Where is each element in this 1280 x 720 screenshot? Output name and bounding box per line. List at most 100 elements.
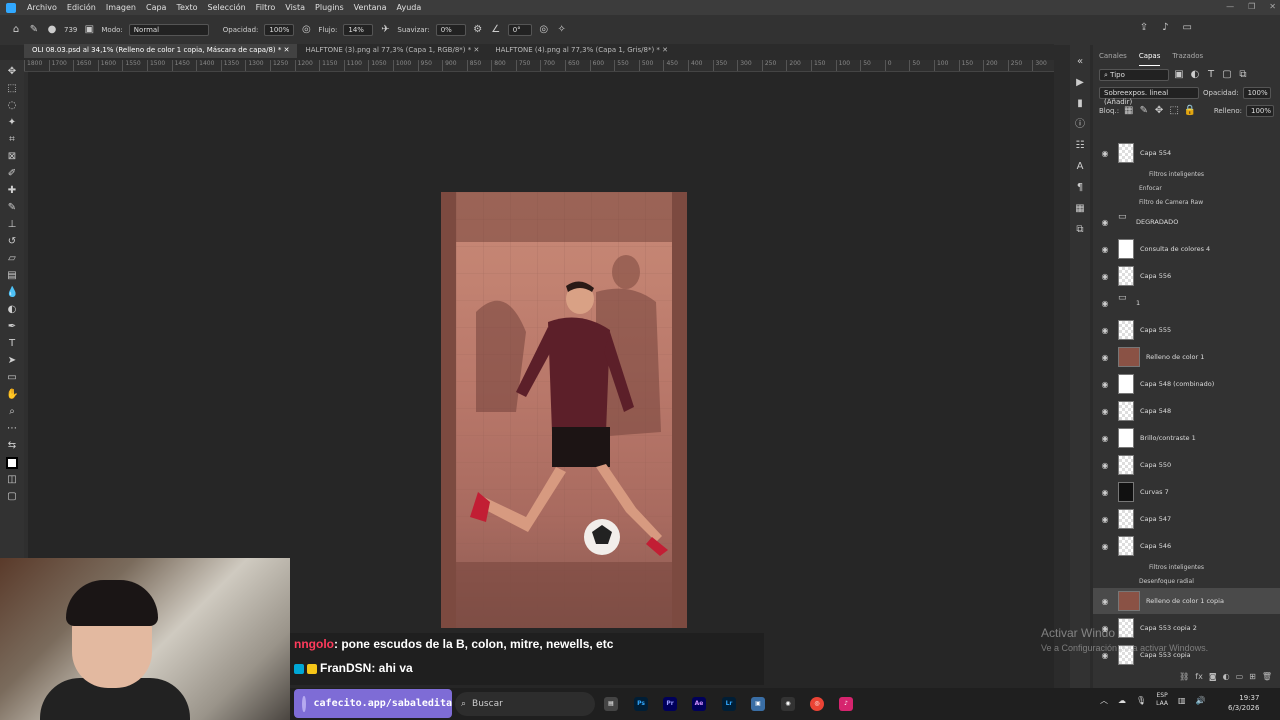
taskbar-search[interactable]: ⌕ Buscar <box>455 692 595 716</box>
screen-mode-icon[interactable]: ▢ <box>6 491 18 503</box>
smoothing-settings-icon[interactable]: ⚙ <box>472 24 484 36</box>
lock-pixels-icon[interactable]: ▦ <box>1123 105 1134 117</box>
move-tool-icon[interactable]: ✥ <box>6 66 18 78</box>
hand-tool-icon[interactable]: ✋ <box>6 389 18 401</box>
layer-row[interactable]: ◉ Capa 550 <box>1093 452 1280 478</box>
color-swatches[interactable] <box>6 457 18 469</box>
swap-colors-icon[interactable]: ⇆ <box>6 440 18 452</box>
eyedropper-tool-icon[interactable]: ✐ <box>6 168 18 180</box>
menu-edicion[interactable]: Edición <box>62 3 101 12</box>
gradient-tool-icon[interactable]: ▤ <box>6 270 18 282</box>
layer-row[interactable]: ◉ Relleno de color 1 copia <box>1093 588 1280 614</box>
minimize-icon[interactable]: — <box>1226 2 1234 11</box>
eye-icon[interactable]: ◉ <box>1100 218 1110 227</box>
premiere-taskbar-icon[interactable]: Pr <box>663 697 677 711</box>
healing-tool-icon[interactable]: ✚ <box>6 185 18 197</box>
eye-icon[interactable]: ◉ <box>1100 272 1110 281</box>
tab-capas[interactable]: Capas <box>1138 52 1161 66</box>
info-icon[interactable]: ⓘ <box>1074 119 1086 131</box>
notifications-icon[interactable]: ♪ <box>1162 22 1168 33</box>
menu-imagen[interactable]: Imagen <box>101 3 141 12</box>
eye-icon[interactable]: ◉ <box>1100 461 1110 470</box>
layer-row[interactable]: ◉ Capa 546 <box>1093 533 1280 559</box>
marquee-tool-icon[interactable]: ⬚ <box>6 83 18 95</box>
quick-select-tool-icon[interactable]: ✦ <box>6 117 18 129</box>
layer-row[interactable]: ◉ Capa 556 <box>1093 263 1280 289</box>
eye-icon[interactable]: ◉ <box>1100 353 1110 362</box>
home-icon[interactable]: ⌂ <box>10 24 22 36</box>
mic-icon[interactable]: 🎙 <box>1136 696 1146 705</box>
layer-row[interactable]: ◉ Capa 555 <box>1093 317 1280 343</box>
history-brush-icon[interactable]: ↺ <box>6 236 18 248</box>
eye-icon[interactable]: ◉ <box>1100 380 1110 389</box>
modo-select[interactable]: Normal <box>128 24 209 36</box>
layers-comp-icon[interactable]: ⧉ <box>1074 224 1086 236</box>
lock-artboard-icon[interactable]: ⬚ <box>1169 105 1180 117</box>
obs-taskbar-icon[interactable]: ◉ <box>781 697 795 711</box>
more-tools-icon[interactable]: ⋯ <box>6 423 18 435</box>
layer-filter-select[interactable]: ⌕ Tipo <box>1099 69 1169 81</box>
new-adjustment-icon[interactable]: ◐ <box>1223 672 1230 686</box>
photoshop-logo[interactable] <box>6 2 16 13</box>
chrome-taskbar-icon[interactable]: ◎ <box>810 697 824 711</box>
eye-icon[interactable]: ◉ <box>1100 407 1110 416</box>
layer-row[interactable]: ◉ Consulta de colores 4 <box>1093 236 1280 262</box>
filter-type-icon[interactable]: T <box>1205 69 1217 81</box>
eraser-tool-icon[interactable]: ▱ <box>6 253 18 265</box>
layer-sub-item[interactable]: Filtro de Camera Raw <box>1093 195 1280 209</box>
new-layer-icon[interactable]: ⊞ <box>1249 672 1256 686</box>
layer-row[interactable]: ◉ Capa 553 copia 2 <box>1093 615 1280 641</box>
blur-tool-icon[interactable]: 💧 <box>6 287 18 299</box>
layer-row[interactable]: ◉ Brillo/contraste 1 <box>1093 425 1280 451</box>
layer-row[interactable]: ◉ Capa 548 (combinado) <box>1093 371 1280 397</box>
brush-tool-icon[interactable]: ✎ <box>6 202 18 214</box>
libraries-icon[interactable]: ▦ <box>1074 203 1086 215</box>
eye-icon[interactable]: ◉ <box>1100 515 1110 524</box>
suavizar-field[interactable]: 0% <box>435 24 466 36</box>
pen-tool-icon[interactable]: ✒ <box>6 321 18 333</box>
layer-sub-item[interactable]: Filtros inteligentes <box>1093 167 1280 181</box>
layer-sub-item[interactable]: Enfocar <box>1093 181 1280 195</box>
tab-canales[interactable]: Canales <box>1099 52 1127 66</box>
opacidad-field[interactable]: 100% <box>264 24 295 36</box>
cafecito-banner[interactable]: cafecito.app/sabaledita <box>294 689 452 718</box>
layer-row[interactable]: ◉ Capa 548 <box>1093 398 1280 424</box>
add-mask-icon[interactable]: ◙ <box>1209 672 1217 686</box>
lock-move-icon[interactable]: ✥ <box>1153 105 1164 117</box>
menu-filtro[interactable]: Filtro <box>251 3 281 12</box>
stamp-tool-icon[interactable]: ⊥ <box>6 219 18 231</box>
volume-icon[interactable]: 🔊 <box>1196 696 1206 705</box>
tiktok-taskbar-icon[interactable]: ♪ <box>839 697 853 711</box>
paragraph-icon[interactable]: ¶ <box>1074 182 1086 194</box>
layer-row[interactable]: ◉ Curvas 7 <box>1093 479 1280 505</box>
eye-icon[interactable]: ◉ <box>1100 434 1110 443</box>
share-icon[interactable]: ⇪ <box>1140 22 1148 33</box>
taskbar-clock[interactable]: 19:37 6/3/2026 <box>1228 693 1259 713</box>
pressure-size-icon[interactable]: ◎ <box>538 24 550 36</box>
frame-tool-icon[interactable]: ⊠ <box>6 151 18 163</box>
pressure-opacity-icon[interactable]: ◎ <box>300 24 312 36</box>
menu-plugins[interactable]: Plugins <box>310 3 349 12</box>
lightroom-taskbar-icon[interactable]: Lr <box>722 697 736 711</box>
comments-icon[interactable]: ▮ <box>1074 98 1086 110</box>
filter-adjust-icon[interactable]: ◐ <box>1189 69 1201 81</box>
character-icon[interactable]: A <box>1074 161 1086 173</box>
tab-halftone-3[interactable]: HALFTONE (3).png al 77,3% (Capa 1, RGB/8… <box>297 44 487 58</box>
layer-row[interactable]: ◉ Capa 554 <box>1093 140 1280 166</box>
language-indicator[interactable]: ESP LAA <box>1156 692 1168 708</box>
layer-row[interactable]: ◉ ▭ DEGRADADO <box>1093 209 1280 235</box>
layer-row[interactable]: ◉ Relleno de color 1 <box>1093 344 1280 370</box>
adjustments-icon[interactable]: ☷ <box>1074 140 1086 152</box>
close-icon[interactable]: ✕ <box>1269 2 1276 11</box>
maximize-icon[interactable]: ❐ <box>1248 2 1255 11</box>
task-view-icon[interactable]: ▤ <box>604 697 618 711</box>
tray-chevron-icon[interactable]: ︿ <box>1100 695 1108 706</box>
layer-row[interactable]: ◉ Capa 547 <box>1093 506 1280 532</box>
eye-icon[interactable]: ◉ <box>1100 326 1110 335</box>
eye-icon[interactable]: ◉ <box>1100 245 1110 254</box>
lasso-tool-icon[interactable]: ◌ <box>6 100 18 112</box>
layer-row[interactable]: ◉ ▭ 1 <box>1093 290 1280 316</box>
menu-archivo[interactable]: Archivo <box>22 3 62 12</box>
blend-mode-select[interactable]: Sobreexpos. lineal (Añadir) <box>1099 87 1199 106</box>
crop-tool-icon[interactable]: ⌗ <box>6 134 18 146</box>
